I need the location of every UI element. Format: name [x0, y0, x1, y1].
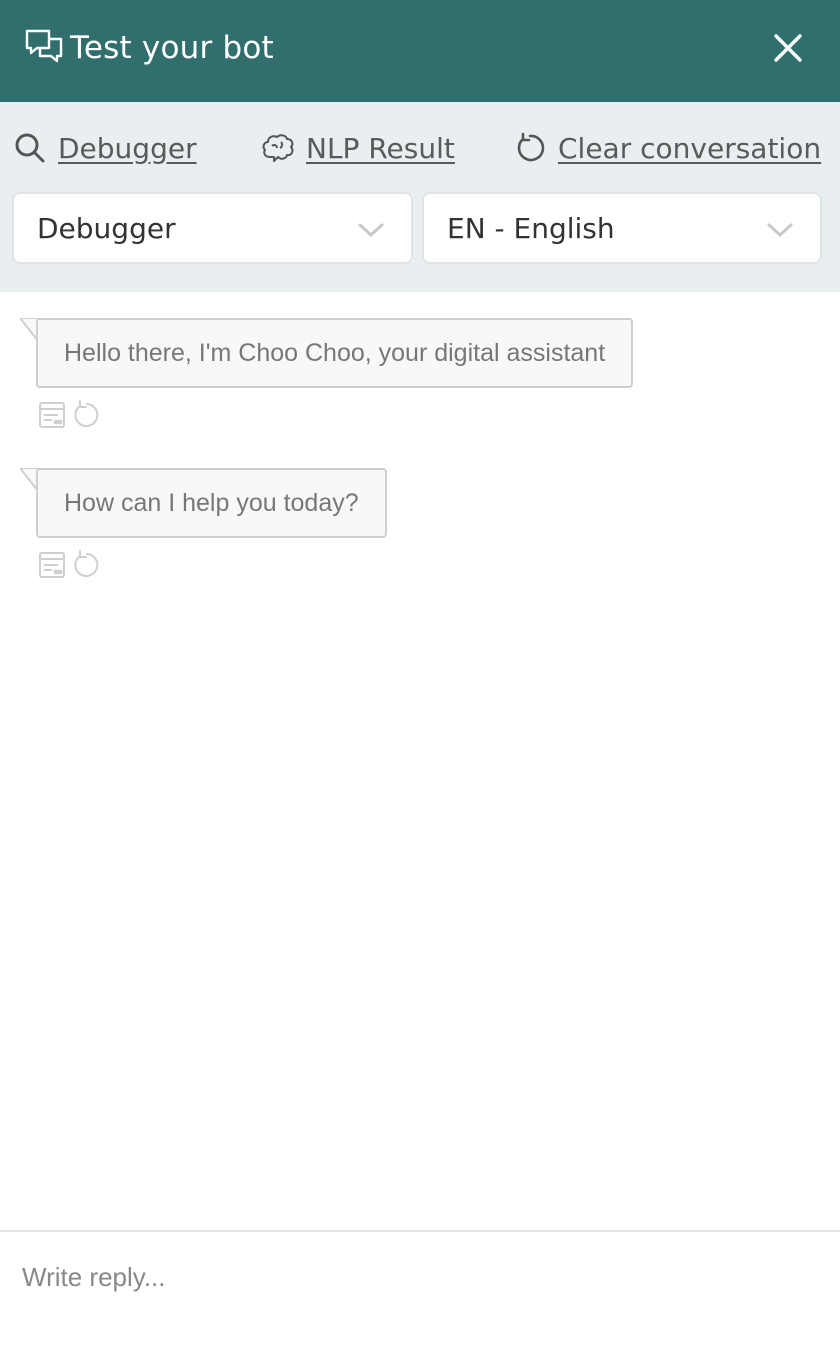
nlp-result-link[interactable]: NLP Result	[262, 128, 455, 168]
debugger-link-label: Debugger	[58, 131, 197, 165]
refresh-icon	[517, 132, 545, 162]
bot-message: Hello there, I'm Choo Choo, your digital…	[20, 318, 634, 435]
message-bubble: Hello there, I'm Choo Choo, your digital…	[36, 318, 634, 388]
nlp-result-link-label: NLP Result	[306, 131, 455, 165]
clear-conversation-link[interactable]: Clear conversation	[514, 128, 821, 168]
panel-title: Test your bot	[70, 30, 274, 66]
debugger-link[interactable]: Debugger	[14, 128, 197, 168]
replay-icon[interactable]	[72, 550, 102, 585]
language-select[interactable]: EN - English	[422, 192, 822, 264]
message-text: How can I help you today?	[64, 488, 359, 517]
bot-message: How can I help you today?	[20, 468, 387, 585]
message-text: Hello there, I'm Choo Choo, your digital…	[64, 338, 606, 367]
replay-icon[interactable]	[72, 400, 102, 435]
payload-icon[interactable]	[38, 400, 66, 435]
mode-select[interactable]: Debugger	[12, 192, 413, 264]
message-actions	[38, 400, 633, 435]
chat-header: Test your bot	[0, 0, 840, 102]
clear-conversation-link-label: Clear conversation	[558, 131, 822, 165]
brain-icon	[262, 134, 294, 162]
payload-icon[interactable]	[38, 550, 66, 585]
reply-bar	[0, 1230, 840, 1358]
debug-toolbar: Debugger NLP Result Clear conversation D…	[0, 102, 840, 292]
message-actions	[38, 550, 387, 585]
close-icon[interactable]	[768, 28, 808, 68]
chevron-down-icon	[767, 223, 793, 238]
chevron-down-icon	[358, 223, 384, 238]
chat-bubbles-icon	[24, 28, 64, 66]
mode-select-value: Debugger	[37, 212, 176, 245]
conversation-area: Hello there, I'm Choo Choo, your digital…	[0, 292, 840, 1230]
search-icon	[15, 133, 45, 163]
reply-input[interactable]	[22, 1256, 812, 1298]
language-select-value: EN - English	[447, 212, 615, 245]
message-bubble: How can I help you today?	[36, 468, 387, 538]
